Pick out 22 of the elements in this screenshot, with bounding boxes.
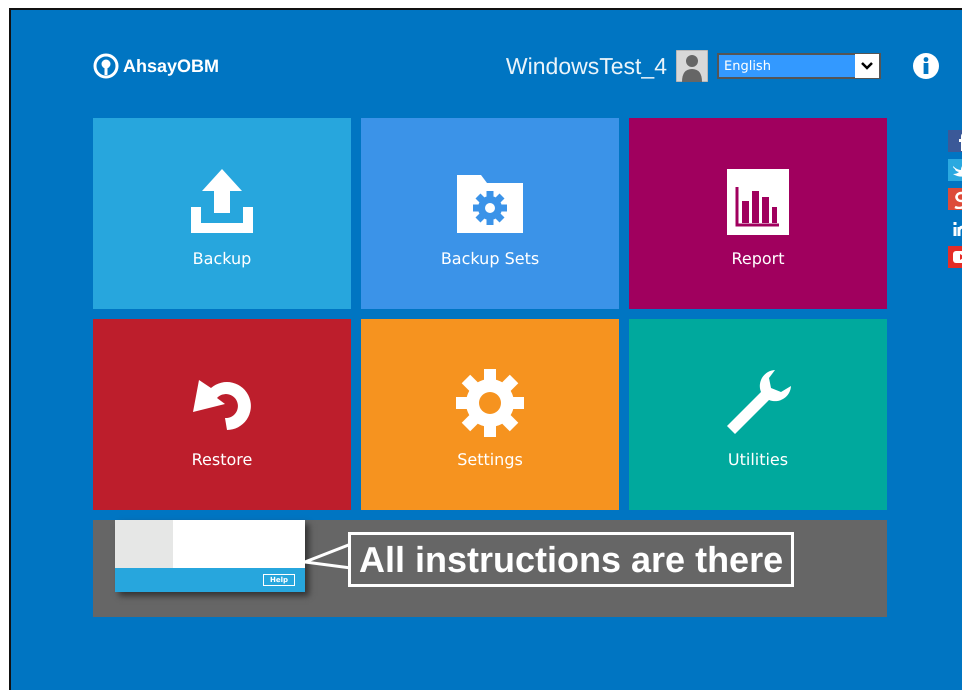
tile-label: Utilities bbox=[728, 450, 788, 469]
menu-tile[interactable]: Utilities bbox=[629, 319, 887, 510]
info-icon[interactable] bbox=[912, 52, 940, 80]
chevron-icon bbox=[855, 54, 879, 78]
tile-label: Backup Sets bbox=[440, 249, 540, 268]
callout-caption: All instructions are there bbox=[348, 532, 794, 588]
menu-tile[interactable]: Backup bbox=[93, 118, 351, 309]
tile-label: Restore bbox=[192, 450, 252, 469]
language-dropdown[interactable]: English bbox=[717, 53, 881, 79]
tile-label: Settings bbox=[457, 450, 523, 469]
logo-text: AhsayOBM bbox=[123, 56, 220, 76]
tile-label: Report bbox=[731, 249, 785, 268]
preview-sidebar bbox=[115, 520, 173, 568]
menu-tile[interactable]: Report bbox=[629, 118, 887, 309]
menu-tile[interactable]: Settings bbox=[361, 319, 619, 510]
menu-tile[interactable]: Restore bbox=[93, 319, 351, 510]
logo-icon bbox=[93, 53, 119, 79]
user-name: WindowsTest_4 bbox=[506, 52, 667, 80]
avatar-icon[interactable] bbox=[676, 50, 708, 82]
menu-tile[interactable]: Backup Sets bbox=[361, 118, 619, 309]
gear-icon bbox=[455, 368, 525, 438]
tile-label: Backup bbox=[192, 249, 252, 268]
